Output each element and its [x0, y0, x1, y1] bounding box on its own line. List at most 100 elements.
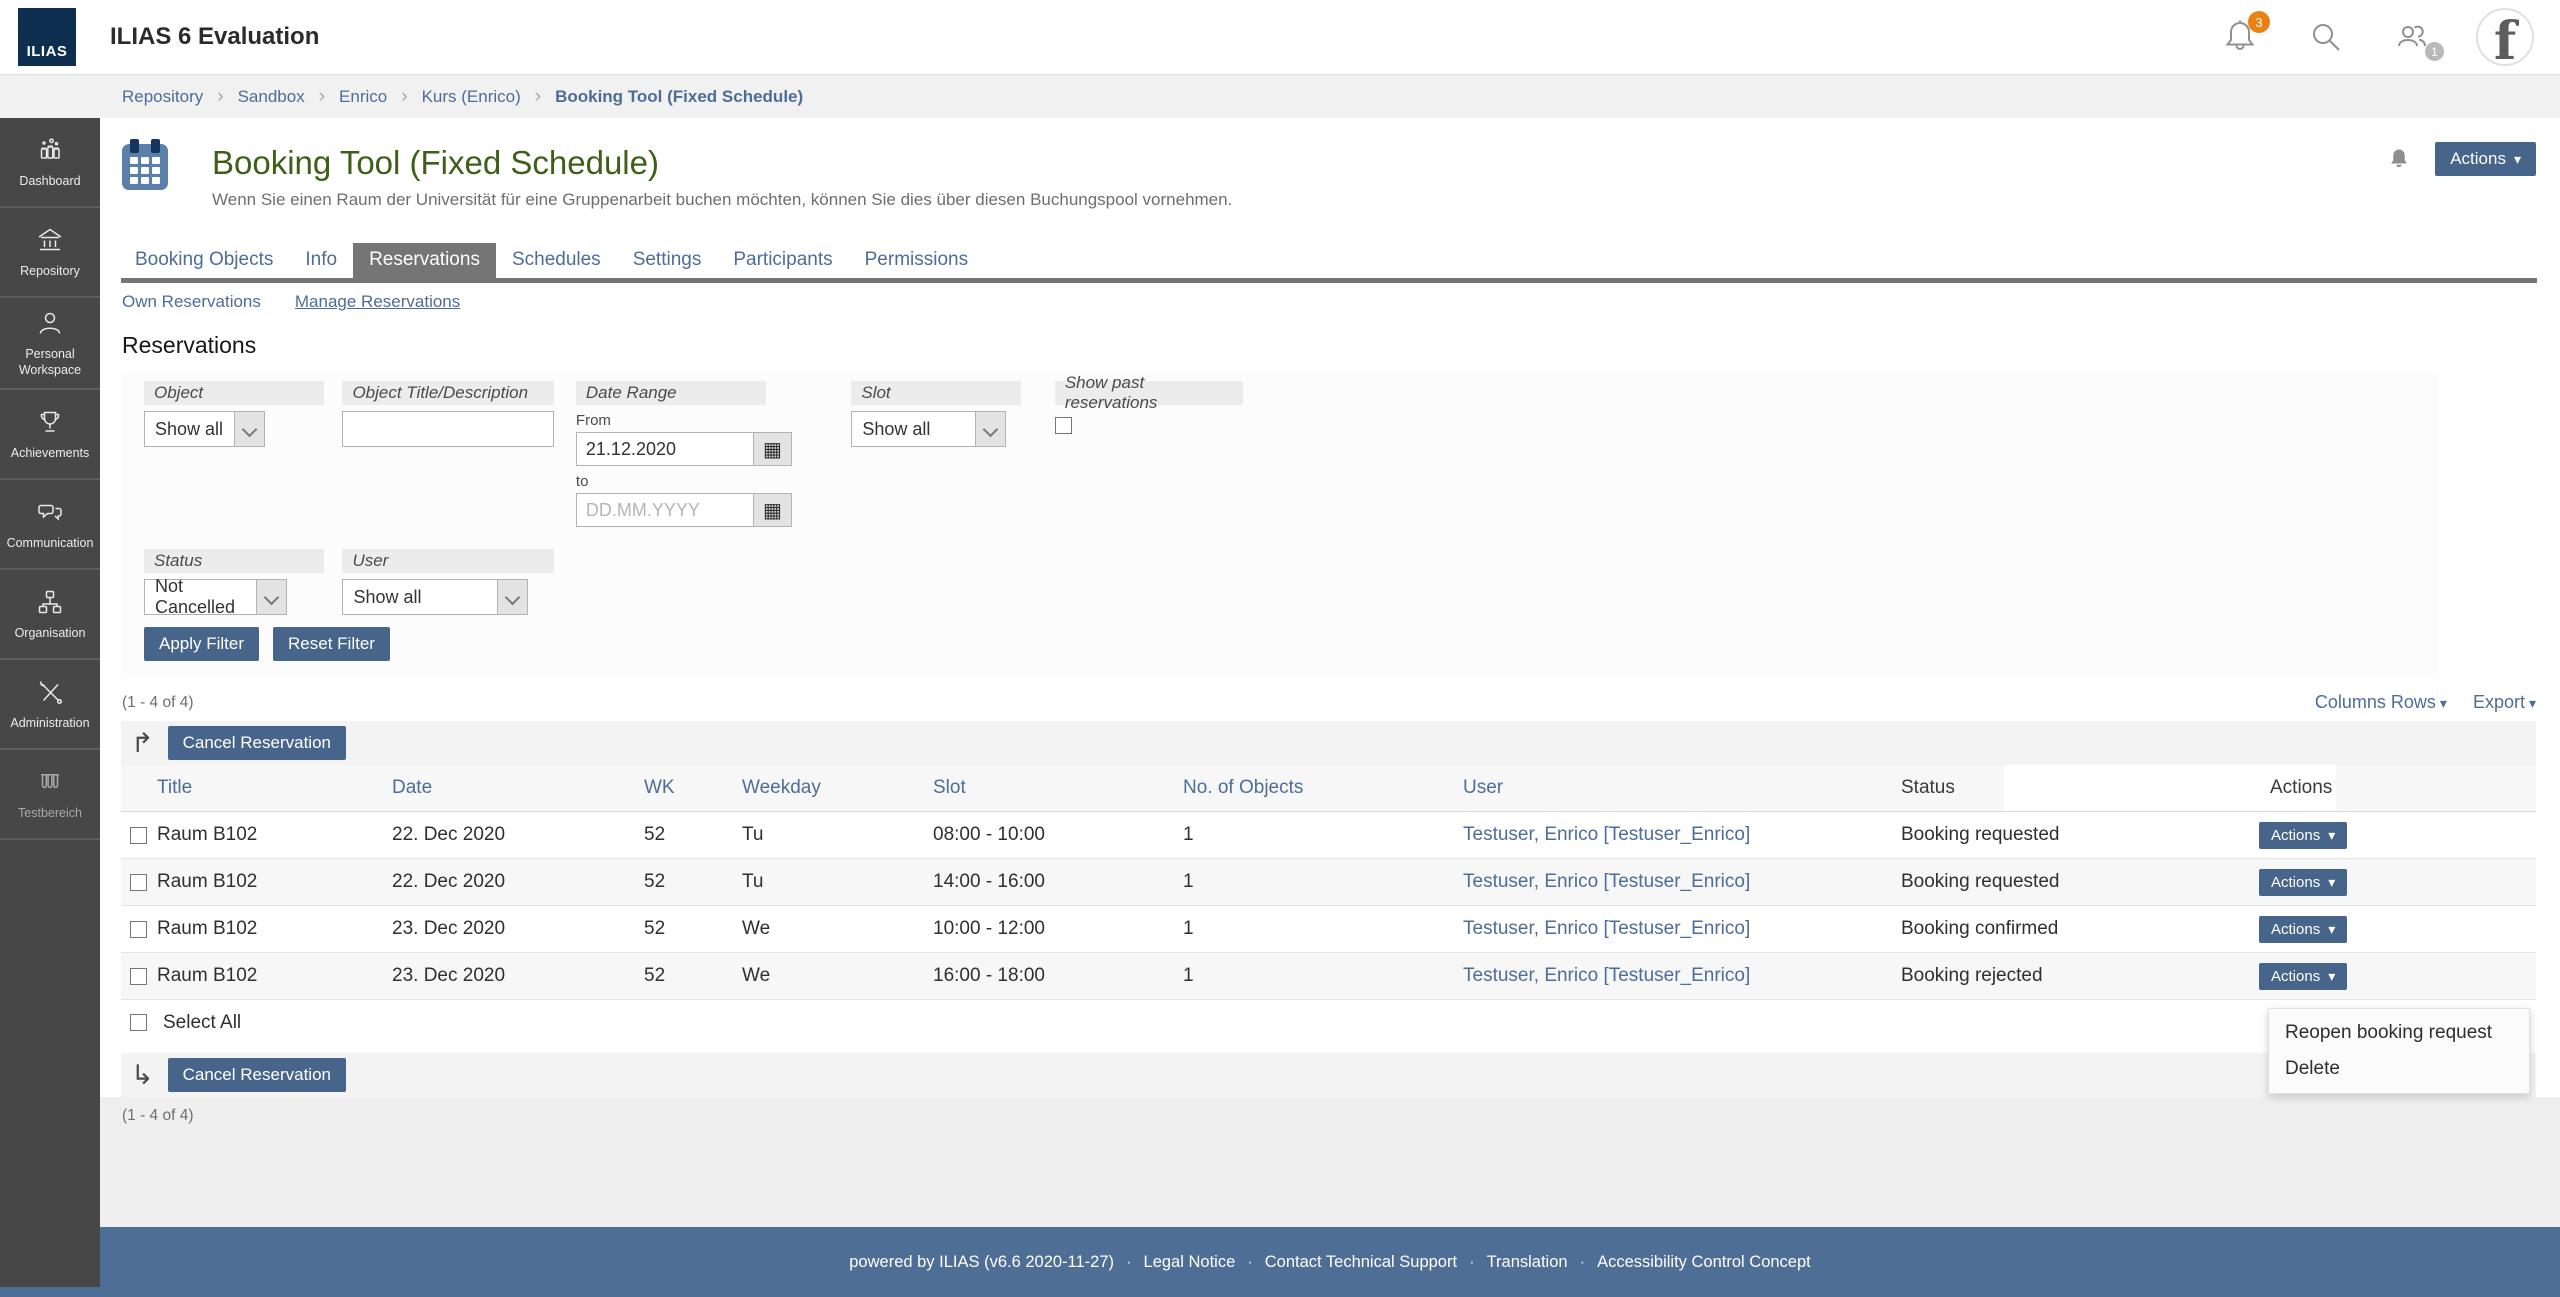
column-header-weekday[interactable]: Weekday	[742, 777, 933, 799]
page-actions-button[interactable]: Actions ▾	[2435, 142, 2536, 176]
user-link[interactable]: Testuser, Enrico [Testuser_Enrico]	[1463, 871, 1750, 892]
chevron-right-icon: ›	[217, 86, 224, 107]
user-avatar[interactable]: f	[2476, 8, 2534, 66]
cell-objects: 1	[1183, 871, 1194, 892]
sidebar-item-label: Organisation	[14, 625, 86, 640]
footer-link-accessibility[interactable]: Accessibility Control Concept	[1597, 1253, 1811, 1272]
calendar-icon[interactable]: ▦	[752, 433, 791, 465]
result-range-bottom: (1 - 4 of 4)	[122, 1107, 194, 1124]
tab-settings[interactable]: Settings	[617, 243, 718, 278]
cell-date: 23. Dec 2020	[392, 965, 506, 986]
row-actions-button[interactable]: Actions ▾	[2259, 868, 2348, 896]
app-title: ILIAS 6 Evaluation	[110, 23, 320, 50]
chevron-right-icon: ›	[318, 86, 326, 107]
user-link[interactable]: Testuser, Enrico [Testuser_Enrico]	[1463, 965, 1750, 986]
row-checkbox[interactable]	[130, 920, 147, 938]
row-actions-button[interactable]: Actions ▾	[2259, 915, 2348, 943]
column-header-date[interactable]: Date	[392, 777, 644, 799]
subtab-own-reservations[interactable]: Own Reservations	[122, 292, 261, 312]
sidebar-item-label: Dashboard	[19, 173, 81, 188]
bank-building-icon	[38, 228, 62, 250]
user-select[interactable]: Show all	[342, 579, 529, 615]
row-checkbox[interactable]	[130, 826, 147, 844]
breadcrumb-item-kurs[interactable]: Kurs (Enrico)	[422, 87, 521, 107]
column-header-user[interactable]: User	[1463, 777, 1901, 799]
top-bar: ILIAS ILIAS 6 Evaluation 3 1 f	[0, 0, 2560, 75]
sidebar-item-repository[interactable]: Repository	[0, 208, 100, 298]
sidebar-item-testbereich[interactable]: Testbereich	[0, 750, 100, 841]
date-to-input[interactable]	[576, 494, 753, 526]
sidebar-item-label: Testbereich	[18, 805, 82, 820]
reset-filter-button[interactable]: Reset Filter	[273, 627, 390, 661]
content-bottom-area: (1 - 4 of 4)	[100, 1097, 2560, 1227]
cell-objects: 1	[1183, 918, 1194, 939]
table-row: Raum B102 23. Dec 2020 52 We 16:00 - 18:…	[121, 953, 2536, 1094]
caret-down-icon: ▾	[2513, 150, 2521, 167]
reservations-table: Title Date WK Weekday Slot No. of Object…	[121, 765, 2536, 1094]
user-link[interactable]: Testuser, Enrico [Testuser_Enrico]	[1463, 918, 1750, 939]
breadcrumb-item-current[interactable]: Booking Tool (Fixed Schedule)	[555, 87, 803, 107]
cell-wk: 52	[644, 871, 666, 892]
sidebar-item-personal-workspace[interactable]: Personal Workspace	[0, 298, 100, 391]
object-select[interactable]: Show all	[144, 411, 265, 447]
columns-rows-dropdown[interactable]: Columns Rows ▾	[2315, 692, 2447, 713]
avatar-letter: f	[2493, 11, 2517, 66]
column-header-wk[interactable]: WK	[644, 777, 742, 799]
cancel-reservation-button-bottom[interactable]: Cancel Reservation	[167, 1058, 346, 1092]
footer-link-contact-support[interactable]: Contact Technical Support	[1265, 1253, 1457, 1272]
cell-slot: 16:00 - 18:00	[933, 965, 1045, 986]
breadcrumb-item-enrico[interactable]: Enrico	[339, 87, 387, 107]
cell-title: Raum B102	[157, 965, 258, 986]
tab-booking-objects[interactable]: Booking Objects	[119, 243, 289, 278]
sidebar-item-administration[interactable]: Administration	[0, 660, 100, 751]
breadcrumb-item-repository[interactable]: Repository	[122, 87, 203, 107]
menu-item-reopen-booking-request[interactable]: Reopen booking request	[2269, 1015, 2529, 1051]
status-select[interactable]: Not Cancelled	[144, 576, 287, 617]
contacts-button[interactable]: 1	[2390, 15, 2444, 61]
select-all-checkbox[interactable]	[130, 1014, 147, 1031]
subtab-manage-reservations[interactable]: Manage Reservations	[295, 292, 460, 312]
calendar-icon[interactable]: ▦	[752, 494, 791, 526]
menu-item-delete[interactable]: Delete	[2269, 1051, 2529, 1087]
sidebar-item-dashboard[interactable]: Dashboard	[0, 118, 100, 208]
sidebar-item-communication[interactable]: Communication	[0, 480, 100, 571]
caret-down-icon: ▾	[2328, 920, 2336, 937]
date-from-input[interactable]	[576, 433, 753, 465]
object-notification-bell-icon[interactable]	[2385, 145, 2413, 173]
cell-title: Raum B102	[157, 871, 258, 892]
sidebar-item-organisation[interactable]: Organisation	[0, 570, 100, 661]
tab-reservations[interactable]: Reservations	[353, 243, 496, 278]
apply-filter-button[interactable]: Apply Filter	[144, 627, 260, 661]
sidebar-item-label: Personal Workspace	[18, 347, 82, 377]
tab-permissions[interactable]: Permissions	[849, 243, 984, 278]
tab-info[interactable]: Info	[289, 243, 353, 278]
booking-tool-icon	[122, 139, 168, 190]
footer-link-legal-notice[interactable]: Legal Notice	[1144, 1253, 1236, 1272]
column-header-objects[interactable]: No. of Objects	[1183, 777, 1463, 799]
chevron-right-icon: ›	[534, 86, 542, 107]
slot-select[interactable]: Show all	[851, 411, 1007, 447]
cancel-reservation-button-top[interactable]: Cancel Reservation	[167, 726, 346, 760]
notifications-button[interactable]: 3	[2218, 11, 2270, 59]
object-title-input[interactable]	[342, 411, 555, 447]
row-checkbox[interactable]	[130, 967, 147, 985]
tab-participants[interactable]: Participants	[717, 243, 848, 278]
table-command-bar-bottom: ↳ Cancel Reservation	[121, 1053, 2536, 1097]
column-header-actions: Actions	[2270, 777, 2333, 798]
ilias-logo[interactable]: ILIAS	[18, 8, 76, 66]
export-dropdown[interactable]: Export ▾	[2473, 692, 2536, 713]
footer-link-translation[interactable]: Translation	[1487, 1253, 1568, 1272]
user-link[interactable]: Testuser, Enrico [Testuser_Enrico]	[1463, 824, 1750, 845]
breadcrumb-item-sandbox[interactable]: Sandbox	[238, 87, 305, 107]
show-past-checkbox[interactable]	[1054, 417, 1072, 434]
row-actions-button[interactable]: Actions ▾	[2259, 821, 2348, 849]
column-header-title[interactable]: Title	[157, 777, 392, 799]
result-range-top: (1 - 4 of 4)	[122, 693, 194, 711]
cell-slot: 14:00 - 16:00	[933, 871, 1045, 892]
row-actions-button-open[interactable]: Actions ▾	[2259, 962, 2348, 990]
column-header-slot[interactable]: Slot	[933, 777, 1183, 799]
row-checkbox[interactable]	[130, 873, 147, 891]
tab-schedules[interactable]: Schedules	[496, 243, 617, 278]
sidebar-item-achievements[interactable]: Achievements	[0, 390, 100, 481]
search-button[interactable]	[2304, 15, 2348, 59]
